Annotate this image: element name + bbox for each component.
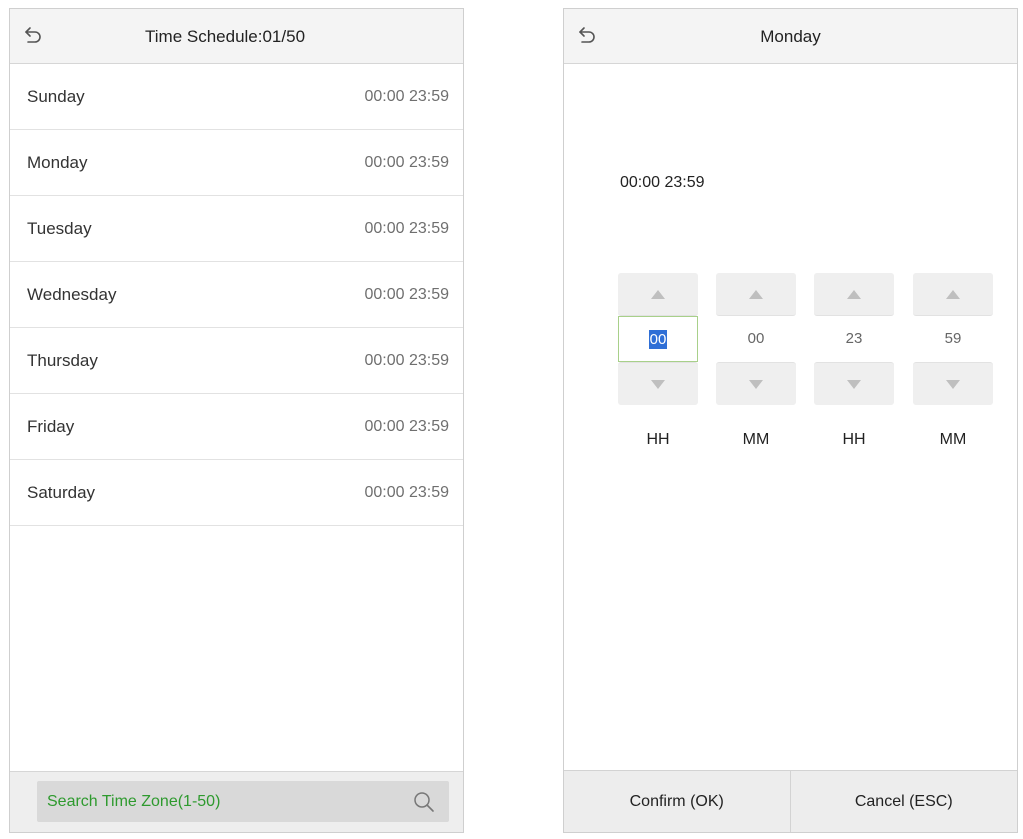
arrow-up-icon <box>946 290 960 299</box>
start-hour-field[interactable]: 00 <box>618 316 698 362</box>
day-label: Saturday <box>27 483 96 502</box>
list-item-monday[interactable]: Monday 00:00 23:59 <box>10 130 463 196</box>
time-range: 00:00 23:59 <box>364 88 449 105</box>
spinner-label: MM <box>742 431 770 448</box>
arrow-down-icon <box>847 380 861 389</box>
time-range: 00:00 23:59 <box>364 352 449 369</box>
start-minute-field[interactable]: 00 <box>716 316 796 362</box>
arrow-down-icon <box>651 380 665 389</box>
increment-button[interactable] <box>814 273 894 316</box>
spinner-label: MM <box>939 431 967 448</box>
arrow-down-icon <box>749 380 763 389</box>
time-range: 00:00 23:59 <box>364 154 449 171</box>
end-hour-spinner: 23 <box>814 273 894 405</box>
end-hour-field[interactable]: 23 <box>814 316 894 362</box>
spinner-label: HH <box>646 431 670 448</box>
arrow-up-icon <box>749 290 763 299</box>
list-item-saturday[interactable]: Saturday 00:00 23:59 <box>10 460 463 526</box>
confirm-button[interactable]: Confirm (OK) <box>564 771 791 832</box>
start-hour-spinner: 00 <box>618 273 698 405</box>
time-range: 00:00 23:59 <box>364 286 449 303</box>
search-input[interactable]: Search Time Zone(1-50) <box>37 781 449 822</box>
increment-button[interactable] <box>618 273 698 316</box>
day-list: Sunday 00:00 23:59 Monday 00:00 23:59 Tu… <box>10 64 463 526</box>
decrement-button[interactable] <box>618 362 698 405</box>
day-label: Tuesday <box>27 219 92 238</box>
list-item-sunday[interactable]: Sunday 00:00 23:59 <box>10 64 463 130</box>
arrow-down-icon <box>946 380 960 389</box>
header: Time Schedule:01/50 <box>10 9 463 64</box>
day-label: Sunday <box>27 87 85 106</box>
arrow-up-icon <box>847 290 861 299</box>
end-minute-field[interactable]: 59 <box>913 316 993 362</box>
day-label: Thursday <box>27 351 98 370</box>
decrement-button[interactable] <box>716 362 796 405</box>
end-minute-spinner: 59 <box>913 273 993 405</box>
search-placeholder: Search Time Zone(1-50) <box>47 793 221 810</box>
time-range: 00:00 23:59 <box>364 418 449 435</box>
day-label: Friday <box>27 417 75 436</box>
search-bar: Search Time Zone(1-50) <box>10 771 463 832</box>
list-item-friday[interactable]: Friday 00:00 23:59 <box>10 394 463 460</box>
search-icon[interactable] <box>413 791 435 813</box>
day-edit-screen: Monday 00:00 23:59 00 HH 00 MM 23 HH 59 … <box>563 8 1018 833</box>
page-title: Time Schedule:01/50 <box>145 27 306 46</box>
selected-value: 00 <box>648 330 668 349</box>
back-arrow-icon[interactable] <box>22 24 48 48</box>
decrement-button[interactable] <box>814 362 894 405</box>
time-range: 00:00 23:59 <box>364 484 449 501</box>
action-bar: Confirm (OK) Cancel (ESC) <box>564 770 1017 832</box>
list-item-thursday[interactable]: Thursday 00:00 23:59 <box>10 328 463 394</box>
cancel-button[interactable]: Cancel (ESC) <box>791 771 1018 832</box>
day-label: Monday <box>27 153 88 172</box>
spinner-label: HH <box>842 431 866 448</box>
list-item-tuesday[interactable]: Tuesday 00:00 23:59 <box>10 196 463 262</box>
increment-button[interactable] <box>913 273 993 316</box>
day-label: Wednesday <box>27 285 117 304</box>
time-range: 00:00 23:59 <box>364 220 449 237</box>
time-schedule-screen: Time Schedule:01/50 Sunday 00:00 23:59 M… <box>9 8 464 833</box>
list-item-wednesday[interactable]: Wednesday 00:00 23:59 <box>10 262 463 328</box>
arrow-up-icon <box>651 290 665 299</box>
time-range-display: 00:00 23:59 <box>620 174 705 191</box>
page-title: Monday <box>760 27 821 46</box>
header: Monday <box>564 9 1017 64</box>
increment-button[interactable] <box>716 273 796 316</box>
start-minute-spinner: 00 <box>716 273 796 405</box>
decrement-button[interactable] <box>913 362 993 405</box>
